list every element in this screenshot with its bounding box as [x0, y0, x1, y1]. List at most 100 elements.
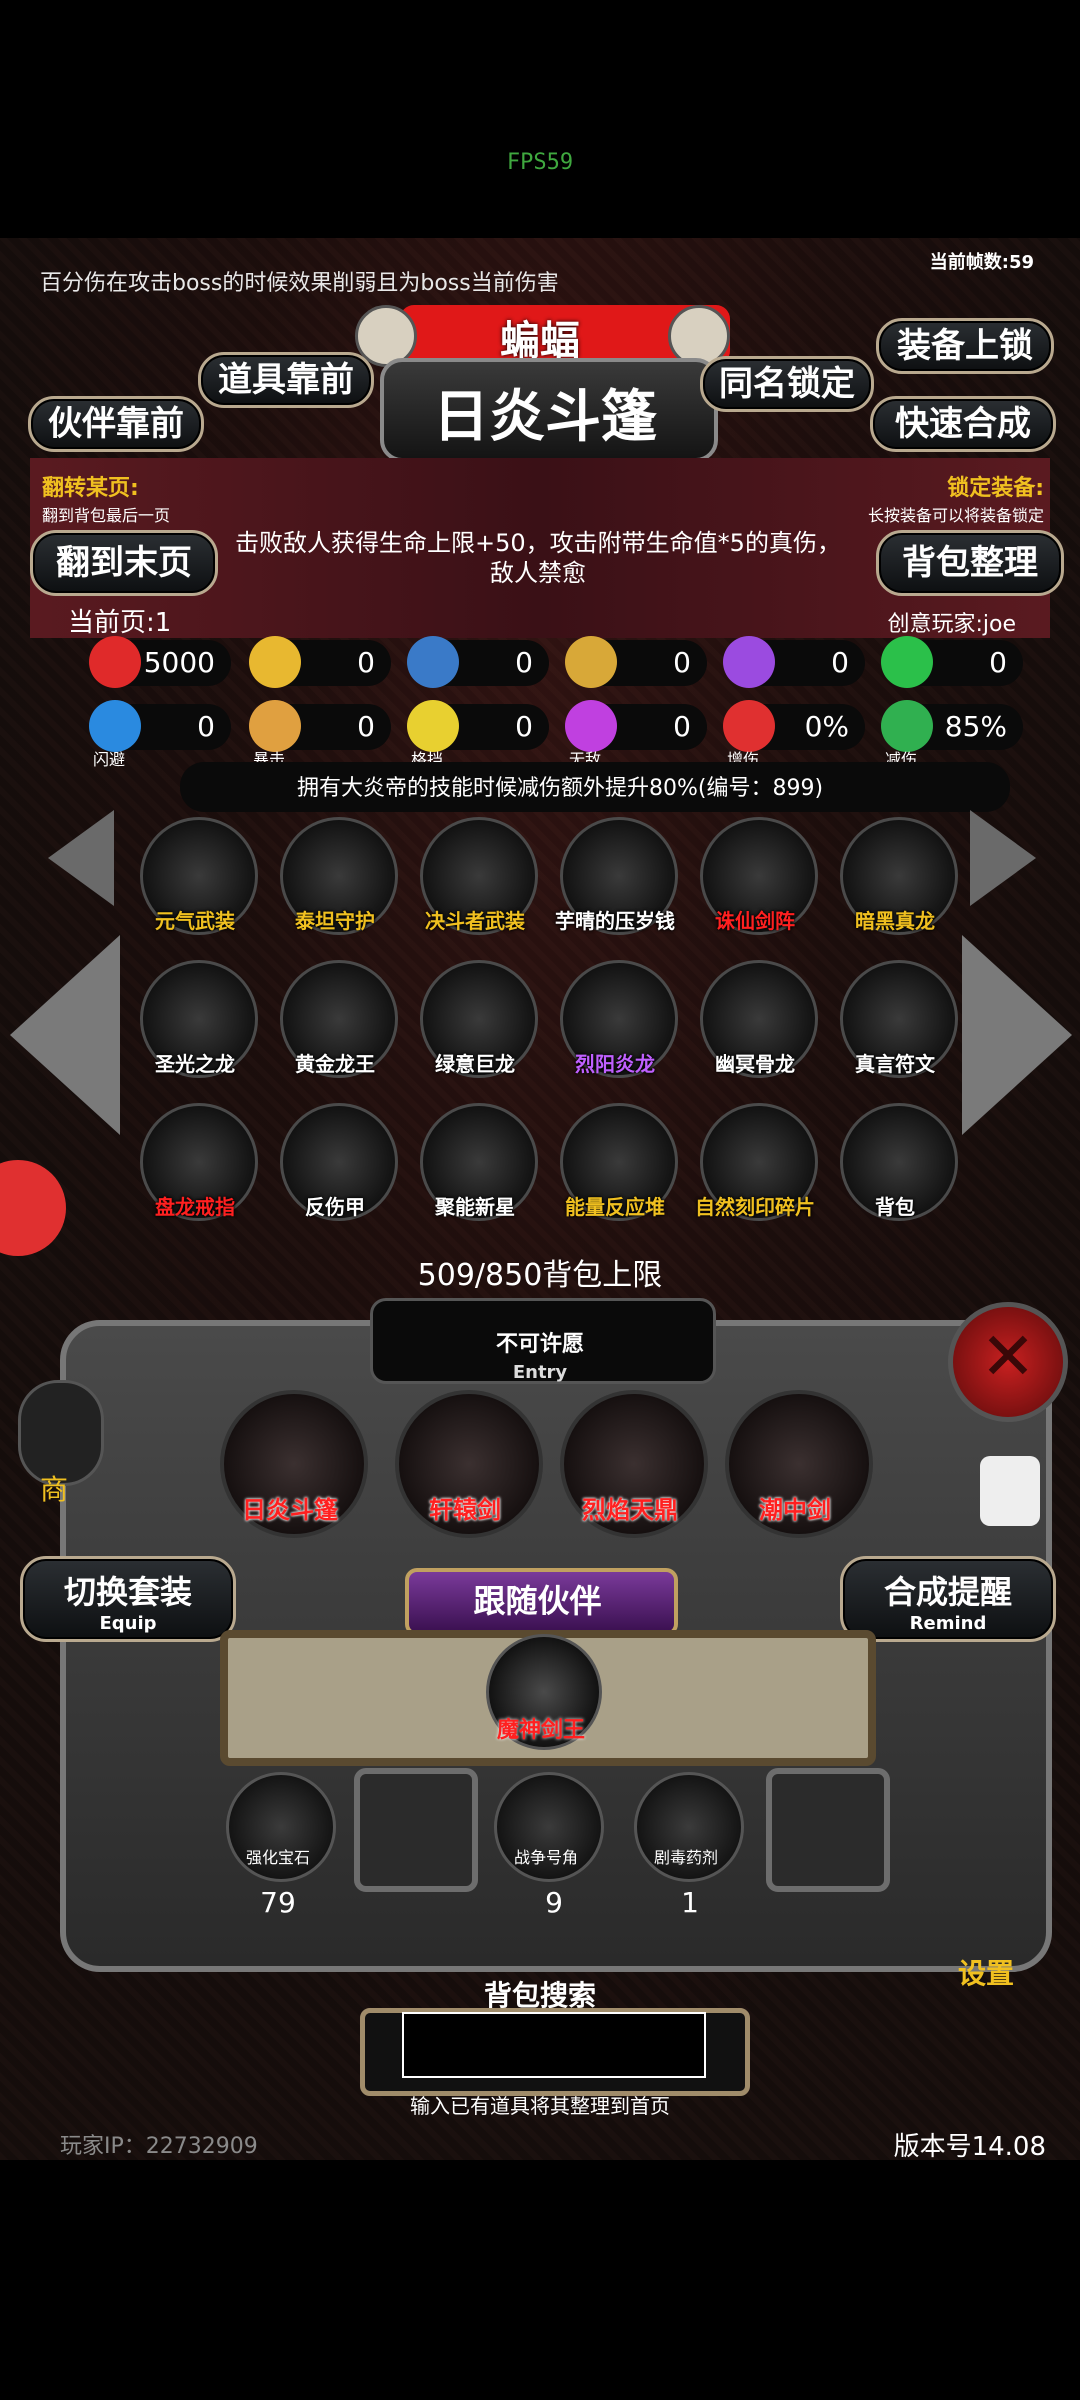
- inventory-slot[interactable]: 诛仙剑阵: [700, 817, 818, 935]
- slot-label: 黄金龙王: [295, 1052, 375, 1076]
- inventory-slot[interactable]: 自然刻印碎片: [695, 1103, 818, 1221]
- skill-note: 拥有大炎帝的技能时候减伤额外提升80%(编号：899): [296, 776, 824, 801]
- slot-label: 元气武装: [155, 909, 235, 933]
- stat-value: 0: [357, 646, 375, 679]
- inventory-slot[interactable]: 能量反应堆: [560, 1103, 678, 1221]
- inventory-slot[interactable]: 决斗者武装: [420, 817, 538, 935]
- slot-label: 烈阳炎龙: [575, 1052, 655, 1076]
- stat-value: 0: [515, 710, 533, 743]
- next-page-small-arrow-icon[interactable]: [970, 810, 1036, 906]
- merge-remind-button[interactable]: 合成提醒 Remind: [840, 1556, 1056, 1642]
- slot-label: 诛仙剑阵: [715, 909, 795, 933]
- stat-value: 0: [831, 646, 849, 679]
- inventory-slot[interactable]: 背包: [840, 1103, 958, 1221]
- equipped-slot[interactable]: 烈焰天鼎: [560, 1390, 708, 1538]
- slot-label: 反伤甲: [305, 1195, 365, 1219]
- items-front-button[interactable]: 道具靠前: [198, 352, 374, 408]
- partner-front-button[interactable]: 伙伴靠前: [28, 396, 204, 452]
- equip-label: 轩辕剑: [429, 1496, 501, 1524]
- item-slot[interactable]: 强化宝石: [226, 1772, 336, 1882]
- stat-value: 5000: [143, 646, 215, 679]
- switch-set-label: 切换套装: [63, 1573, 192, 1611]
- prev-page-arrow-icon[interactable]: [10, 935, 120, 1135]
- player-name: 创意玩家:joe: [887, 612, 1016, 637]
- inventory-slot[interactable]: 圣光之龙: [140, 960, 258, 1078]
- slot-label: 芋晴的压岁钱: [555, 909, 675, 933]
- inventory-slot[interactable]: 芋晴的压岁钱: [555, 817, 678, 935]
- partner-label: 魔神剑王: [496, 1718, 585, 1743]
- item-description: 击败敌人获得生命上限+50，攻击附带生命值*5的真伤，敌人禁愈: [235, 529, 841, 587]
- inventory-slot[interactable]: 聚能新星: [420, 1103, 538, 1221]
- slot-label: 决斗者武装: [425, 909, 525, 933]
- stat-strength: 0: [249, 636, 391, 688]
- current-page: 当前页:1: [68, 608, 172, 638]
- lock-equip-hint-desc: 长按装备可以将装备锁定: [867, 506, 1044, 525]
- inventory-slot[interactable]: 反伤甲: [280, 1103, 398, 1221]
- bag-limit: 509/850背包上限: [417, 1258, 663, 1293]
- lightning-icon: [723, 636, 775, 688]
- item-slot-empty[interactable]: [354, 1768, 478, 1892]
- inventory-grid: 元气武装 泰坦守护 决斗者武装 芋晴的压岁钱 诛仙剑阵 暗黑真龙 圣光之龙 黄金…: [88, 805, 988, 1225]
- damage-reduce-icon: [881, 700, 933, 752]
- slot-label: 盘龙戒指: [155, 1195, 235, 1219]
- stat-block: 0 格挡: [407, 700, 549, 769]
- bag-sort-button[interactable]: 背包整理: [876, 530, 1064, 596]
- item-label: 剧毒药剂: [653, 1848, 718, 1867]
- stat-value: 0: [357, 710, 375, 743]
- crit-icon: [249, 700, 301, 752]
- slot-label: 自然刻印碎片: [695, 1195, 815, 1219]
- dice-icon[interactable]: [980, 1456, 1040, 1526]
- equip-label: 烈焰天鼎: [582, 1496, 678, 1524]
- clover-icon: [881, 636, 933, 688]
- flip-last-page-button[interactable]: 翻到末页: [30, 530, 218, 596]
- equipped-slot[interactable]: 潮中剑: [725, 1390, 873, 1538]
- slot-label: 绿意巨龙: [435, 1052, 515, 1076]
- inventory-slot[interactable]: 泰坦守护: [280, 817, 398, 935]
- item-label: 战争号角: [513, 1848, 578, 1867]
- version: 版本号14.08: [893, 2132, 1046, 2162]
- stat-value: 0: [515, 646, 533, 679]
- inventory-slot[interactable]: 盘龙戒指: [140, 1103, 258, 1221]
- same-name-lock-button[interactable]: 同名锁定: [700, 356, 874, 412]
- strength-icon: [249, 636, 301, 688]
- item-count: 79: [260, 1886, 296, 1919]
- dodge-icon: [89, 700, 141, 752]
- inventory-slot[interactable]: 黄金龙王: [280, 960, 398, 1078]
- frame-count: 当前帧数:59: [929, 252, 1034, 273]
- switch-set-sublabel: Equip: [99, 1613, 157, 1634]
- slot-label: 真言符文: [855, 1052, 935, 1076]
- inventory-slot[interactable]: 暗黑真龙: [840, 817, 958, 935]
- stat-defense: 0: [407, 636, 549, 688]
- item-slot[interactable]: 剧毒药剂: [634, 1772, 744, 1882]
- stat-health: 5000: [89, 636, 231, 688]
- stat-damage-reduce: 85% 减伤: [881, 700, 1023, 769]
- slot-label: 泰坦守护: [295, 909, 375, 933]
- inventory-slot[interactable]: 幽冥骨龙: [700, 960, 818, 1078]
- item-slot-empty[interactable]: [766, 1768, 890, 1892]
- stat-invincible: 0 无敌: [565, 700, 707, 769]
- stat-value: 0: [197, 710, 215, 743]
- stat-dodge: 0 闪避: [89, 700, 231, 769]
- inventory-slot[interactable]: 元气武装: [140, 817, 258, 935]
- shop-label: 商: [40, 1473, 69, 1506]
- inventory-slot[interactable]: 绿意巨龙: [420, 960, 538, 1078]
- prev-page-small-arrow-icon[interactable]: [48, 810, 114, 906]
- slot-label: 能量反应堆: [565, 1195, 665, 1219]
- quick-merge-button[interactable]: 快速合成: [870, 396, 1056, 452]
- stat-damage-boost: 0% 增伤: [723, 700, 865, 769]
- merge-remind-sublabel: Remind: [909, 1613, 987, 1634]
- damage-boost-icon: [723, 700, 775, 752]
- stat-luck: 0: [881, 636, 1023, 688]
- equipped-slot[interactable]: 轩辕剑: [395, 1390, 543, 1538]
- equip-label: 日炎斗篷: [242, 1496, 338, 1524]
- item-slot[interactable]: 战争号角: [494, 1772, 604, 1882]
- switch-set-button[interactable]: 切换套装 Equip: [20, 1556, 236, 1642]
- heart-icon: [89, 636, 141, 688]
- stat-speed: 0: [723, 636, 865, 688]
- next-page-arrow-icon[interactable]: [962, 935, 1072, 1135]
- equip-lock-button[interactable]: 装备上锁: [876, 318, 1054, 374]
- equipped-slot[interactable]: 日炎斗篷: [220, 1390, 368, 1538]
- search-input[interactable]: [402, 2012, 706, 2078]
- inventory-slot[interactable]: 烈阳炎龙: [560, 960, 678, 1078]
- inventory-slot[interactable]: 真言符文: [840, 960, 958, 1078]
